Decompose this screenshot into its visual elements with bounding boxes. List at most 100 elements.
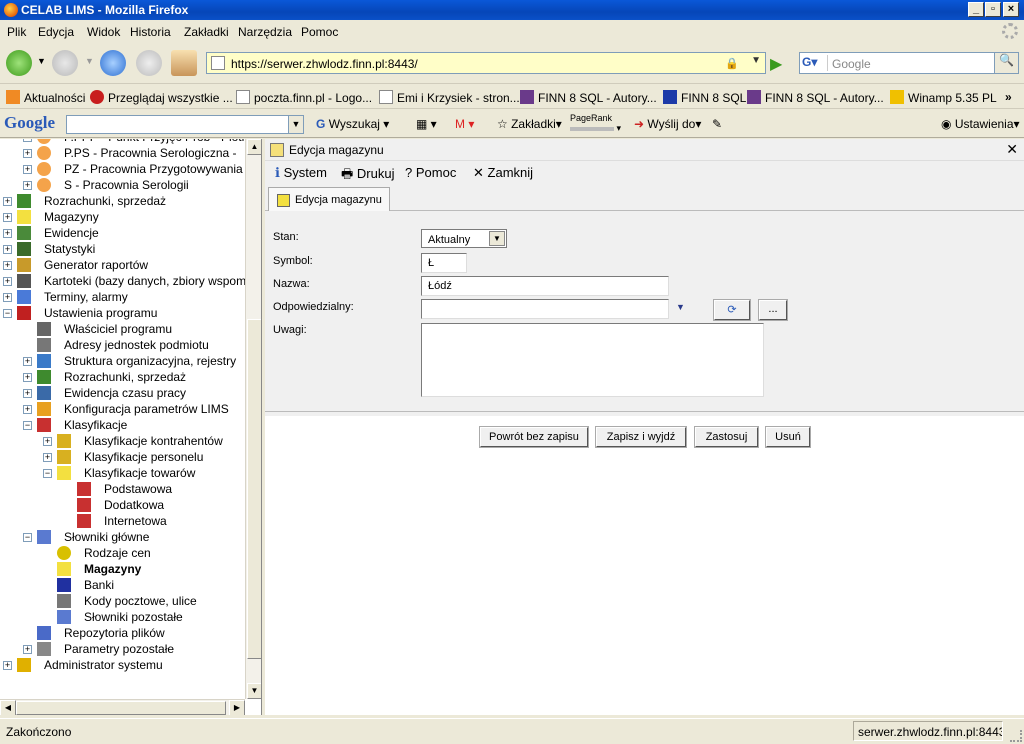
forward-icon[interactable] <box>52 50 78 76</box>
nazwa-field[interactable]: Łódź <box>421 276 669 296</box>
tree-item[interactable]: − Klasyfikacje towarów <box>0 465 245 481</box>
tree-item[interactable]: + Statystyki <box>0 241 245 257</box>
bookmark-item[interactable]: poczta.finn.pl - Logo... <box>236 90 372 105</box>
expand-icon[interactable]: + <box>43 437 52 446</box>
tree-item[interactable]: Podstawowa <box>0 481 245 497</box>
expand-icon[interactable]: + <box>3 277 12 286</box>
expand-icon[interactable]: + <box>23 389 32 398</box>
expand-icon[interactable]: + <box>23 139 32 142</box>
search-input[interactable]: Google <box>832 57 871 71</box>
tree-item[interactable]: + Klasyfikacje kontrahentów <box>0 433 245 449</box>
google-search-input[interactable]: ▼ <box>66 115 304 134</box>
expand-icon[interactable]: + <box>23 405 32 414</box>
highlighter-icon[interactable]: ✎ <box>712 117 722 131</box>
tree-item[interactable]: + Konfiguracja parametrów LIMS <box>0 401 245 417</box>
tree-item[interactable]: + Generator raportów <box>0 257 245 273</box>
google-extras-icon[interactable]: ▦ ▾ <box>416 117 437 131</box>
url-text[interactable]: https://serwer.zhwlodz.finn.pl:8443/ <box>231 57 418 71</box>
expand-icon[interactable]: + <box>23 357 32 366</box>
tree-item[interactable]: Magazyny <box>0 561 245 577</box>
tree-vertical-scrollbar[interactable]: ▲ ▼ <box>245 139 261 699</box>
refresh-button[interactable]: ⟳ <box>713 299 751 321</box>
lock-icon[interactable]: 🔒 <box>725 57 739 70</box>
bookmark-item[interactable]: FINN 8 SQL - Autory... <box>747 90 884 105</box>
bookmark-item[interactable]: Winamp 5.35 PL <box>890 90 997 105</box>
collapse-icon[interactable]: − <box>23 421 32 430</box>
scroll-thumb[interactable] <box>247 319 261 659</box>
tree-item[interactable]: + Kartoteki (bazy danych, zbiory wspom <box>0 273 246 289</box>
tree-item[interactable]: − Ustawienia programu <box>0 305 245 321</box>
scroll-thumb[interactable] <box>16 701 226 715</box>
symbol-field[interactable]: Ł <box>421 253 467 273</box>
apply-button[interactable]: Zastosuj <box>694 426 759 448</box>
send-to-button[interactable]: ➜ Wyślij do▾ <box>634 117 701 131</box>
maximize-button[interactable]: ▫ <box>985 2 1001 17</box>
collapse-icon[interactable]: − <box>3 309 12 318</box>
expand-icon[interactable]: + <box>3 229 12 238</box>
scroll-left-icon[interactable]: ◀ <box>0 700 16 715</box>
pagerank-indicator[interactable]: PageRank ▾ <box>570 113 621 134</box>
home-icon[interactable] <box>171 50 197 76</box>
tree-item[interactable]: − Klasyfikacje <box>0 417 245 433</box>
chevron-down-icon[interactable]: ▼ <box>676 302 685 312</box>
tree-item[interactable]: + Rozrachunki, sprzedaż <box>0 193 245 209</box>
tree-item[interactable]: Kody pocztowe, ulice <box>0 593 245 609</box>
bookmark-item[interactable]: Aktualności <box>6 90 85 105</box>
stan-select[interactable]: Aktualny ▼ <box>421 229 507 248</box>
tree-item[interactable]: Dodatkowa <box>0 497 245 513</box>
tree-item[interactable]: Właściciel programu <box>0 321 245 337</box>
expand-icon[interactable]: + <box>23 165 32 174</box>
menu-widok[interactable]: Widok <box>87 25 120 39</box>
expand-icon[interactable]: + <box>23 149 32 158</box>
tab-edycja-magazynu[interactable]: Edycja magazynu <box>268 187 390 212</box>
expand-icon[interactable]: + <box>3 245 12 254</box>
google-search-button[interactable]: G Wyszukaj ▾ <box>316 117 389 131</box>
resize-grip-icon[interactable] <box>1010 730 1022 742</box>
menu-zakladki[interactable]: Zakładki <box>184 25 229 39</box>
odpowiedzialny-field[interactable] <box>421 299 669 319</box>
tree-item[interactable]: + Administrator systemu <box>0 657 245 673</box>
system-button[interactable]: ℹ System <box>275 165 327 181</box>
url-dropdown-icon[interactable]: ▼ <box>751 55 761 66</box>
tree-item[interactable]: Internetowa <box>0 513 245 529</box>
tree-item[interactable]: + Klasyfikacje personelu <box>0 449 245 465</box>
scroll-down-icon[interactable]: ▼ <box>247 683 261 699</box>
search-box[interactable]: G▾ Google 🔍 <box>799 52 1019 74</box>
reload-icon[interactable] <box>100 50 126 76</box>
back-history-dropdown[interactable]: ▼ <box>37 56 46 66</box>
tree-item[interactable]: + S - Pracownia Serologii <box>0 177 245 193</box>
tree-item[interactable]: + Terminy, alarmy <box>0 289 245 305</box>
tree-horizontal-scrollbar[interactable]: ◀ ▶ <box>0 699 245 715</box>
go-icon[interactable]: ▶ <box>770 54 782 74</box>
close-window-button[interactable]: × <box>1003 2 1019 17</box>
back-icon[interactable] <box>6 50 32 76</box>
gmail-icon[interactable]: M ▾ <box>455 117 474 131</box>
search-engine-icon[interactable]: G▾ <box>802 55 828 71</box>
bookmark-item[interactable]: Emi i Krzysiek - stron... <box>379 90 520 105</box>
expand-icon[interactable]: + <box>43 453 52 462</box>
expand-icon[interactable]: + <box>3 661 12 670</box>
tree-item[interactable]: + Ewidencje <box>0 225 245 241</box>
stop-icon[interactable] <box>136 50 162 76</box>
minimize-button[interactable]: _ <box>968 2 984 17</box>
browse-button[interactable]: ... <box>758 299 788 321</box>
chevron-down-icon[interactable]: ▼ <box>288 116 303 133</box>
close-dialog-icon[interactable]: ✕ <box>1006 141 1018 158</box>
expand-icon[interactable]: + <box>3 293 12 302</box>
menu-historia[interactable]: Historia <box>130 25 171 39</box>
tree-item[interactable]: + Struktura organizacyjna, rejestry <box>0 353 245 369</box>
google-logo[interactable]: Google <box>4 113 55 133</box>
google-bookmarks-button[interactable]: ☆ Zakładki▾ <box>497 117 562 131</box>
tree-item[interactable]: + Parametry pozostałe <box>0 641 245 657</box>
tree-item[interactable]: + Ewidencja czasu pracy <box>0 385 245 401</box>
tree-item[interactable]: + Magazyny <box>0 209 245 225</box>
collapse-icon[interactable]: − <box>23 533 32 542</box>
help-button[interactable]: ? Pomoc <box>405 165 456 180</box>
tree-item[interactable]: − Słowniki główne <box>0 529 245 545</box>
save-and-exit-button[interactable]: Zapisz i wyjdź <box>595 426 687 448</box>
search-icon[interactable]: 🔍 <box>994 53 1018 73</box>
expand-icon[interactable]: + <box>3 197 12 206</box>
menu-edycja[interactable]: Edycja <box>38 25 74 39</box>
close-button[interactable]: ✕ Zamknij <box>473 165 533 181</box>
uwagi-textarea[interactable] <box>421 323 764 397</box>
